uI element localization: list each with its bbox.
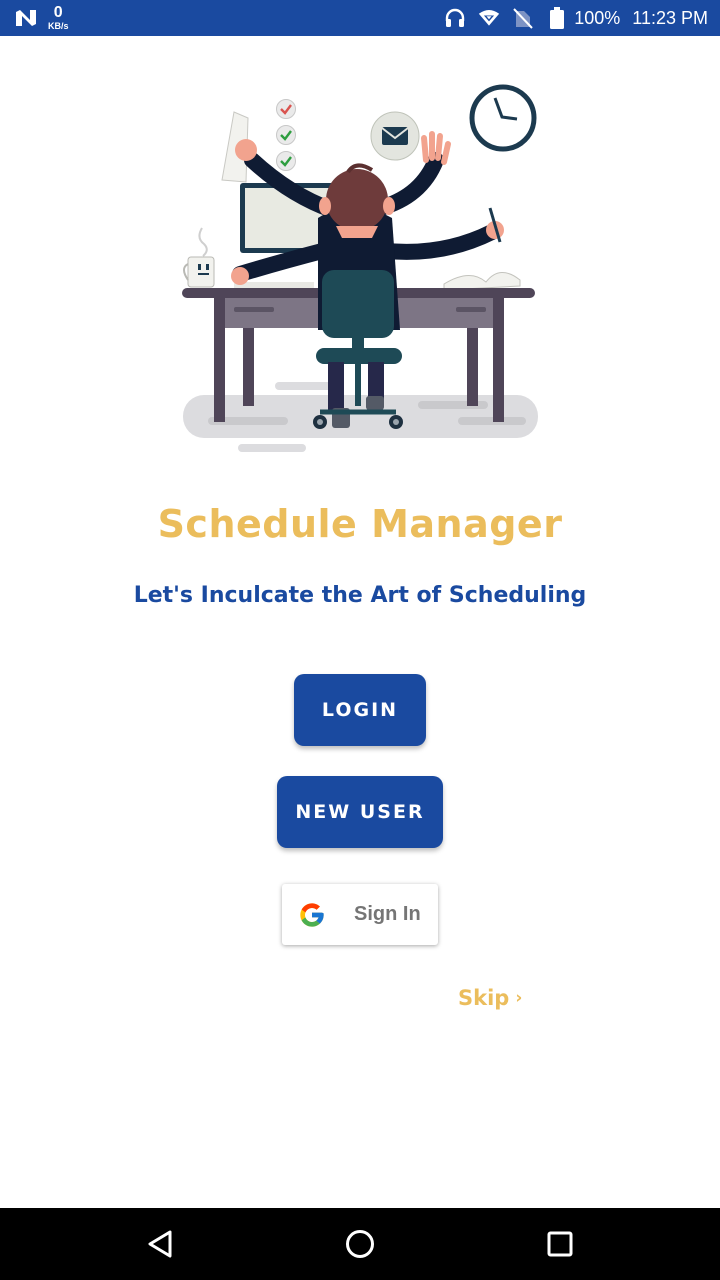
network-speed-unit: KB/s bbox=[48, 21, 69, 31]
skip-label: Skip bbox=[458, 986, 510, 1010]
battery-status: 100% bbox=[546, 7, 620, 29]
wifi-icon bbox=[478, 7, 500, 29]
welcome-screen: 0 KB/s 100% 11:23 PM Schedule Manager Le… bbox=[0, 0, 720, 1280]
person-multitasking-at-desk-illustration bbox=[182, 84, 538, 452]
status-right: 100% 11:23 PM bbox=[444, 7, 708, 29]
network-speed: 0 KB/s bbox=[48, 5, 69, 31]
app-title: Schedule Manager bbox=[157, 502, 563, 546]
skip-link[interactable]: Skip › bbox=[458, 986, 522, 1010]
no-sim-icon bbox=[512, 7, 534, 29]
system-nav-bar bbox=[0, 1208, 720, 1280]
google-g-icon bbox=[300, 902, 324, 927]
status-bar: 0 KB/s 100% 11:23 PM bbox=[0, 0, 720, 36]
battery-icon bbox=[546, 7, 568, 29]
login-button[interactable]: LOGIN bbox=[294, 674, 426, 746]
new-user-button[interactable]: NEW USER bbox=[277, 776, 443, 848]
battery-percent: 100% bbox=[574, 7, 621, 28]
chevron-right-icon: › bbox=[515, 988, 523, 1008]
headphones-icon bbox=[444, 7, 466, 29]
google-sign-in-label: Sign In bbox=[354, 903, 421, 925]
google-sign-in-button[interactable]: Sign In bbox=[282, 884, 438, 945]
network-speed-value: 0 bbox=[53, 4, 63, 21]
n-logo-icon bbox=[16, 10, 36, 26]
app-tagline: Let's Inculcate the Art of Scheduling bbox=[133, 583, 587, 608]
back-icon[interactable] bbox=[132, 1216, 188, 1272]
clock-time: 11:23 PM bbox=[632, 7, 708, 28]
home-icon[interactable] bbox=[332, 1216, 388, 1272]
recents-icon[interactable] bbox=[532, 1216, 588, 1272]
status-left: 0 KB/s bbox=[14, 5, 69, 31]
